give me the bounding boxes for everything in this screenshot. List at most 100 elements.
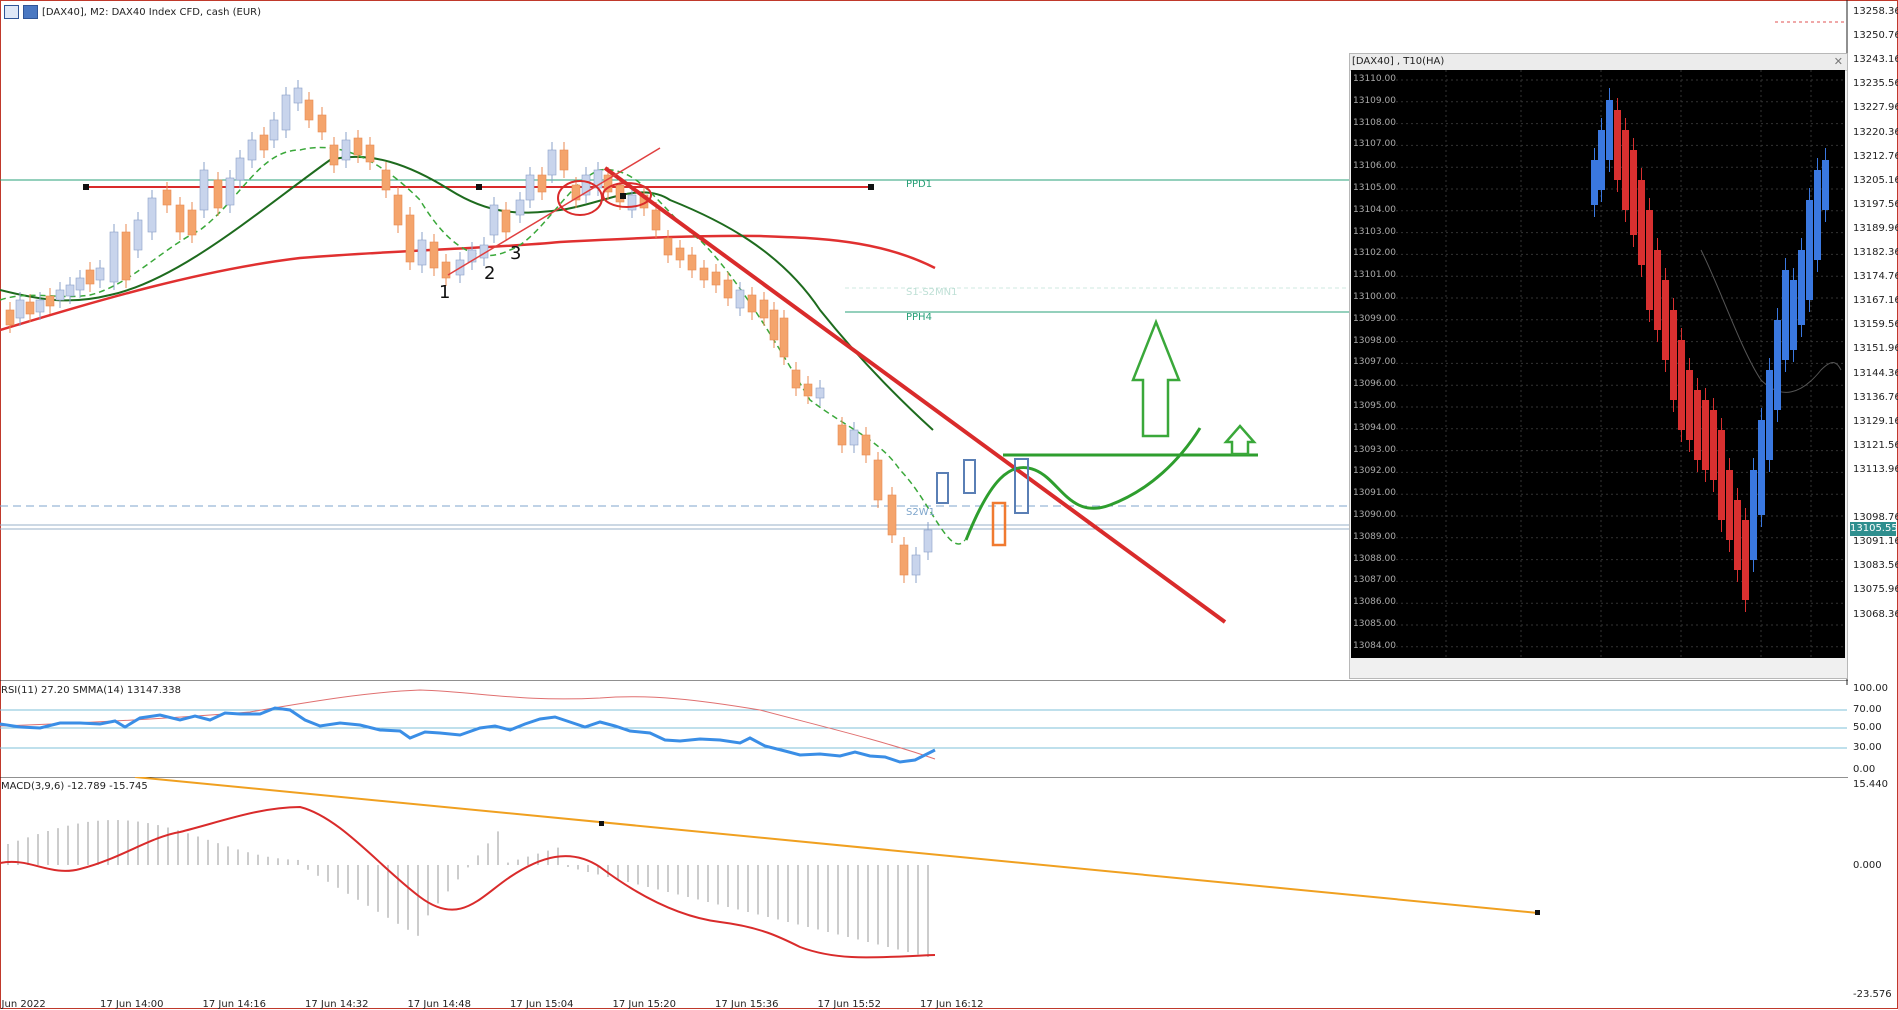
macd-signal-line <box>0 805 936 959</box>
price-candle <box>187 209 197 236</box>
inset-axis-label: 13095.00 <box>1353 401 1396 411</box>
time-axis-label: 17 Jun 16:12 <box>920 999 984 1010</box>
rsi-smma-line <box>0 689 936 760</box>
time-axis-label: 17 Jun 14:00 <box>100 999 164 1010</box>
inset-axis-label: 13084.00 <box>1353 640 1396 651</box>
macd-panel[interactable] <box>0 777 1848 1009</box>
point-label-1: 1 <box>439 282 451 303</box>
time-axis-label: 17 Jun 14:48 <box>407 999 472 1010</box>
inset-axis-label: 13092.00 <box>1353 466 1396 477</box>
price-candle <box>651 209 661 231</box>
price-candle <box>199 169 209 211</box>
inset-axis-label: 13100.00 <box>1353 292 1396 302</box>
small-up-arrow <box>1223 424 1257 456</box>
main-axis-label: 13129.16 <box>1853 415 1898 427</box>
s1s2mn1-label: S1-S2MN1 <box>906 287 958 298</box>
inset-axis-label: 13108.00 <box>1353 117 1396 128</box>
rsi-axis-70: 70.00 <box>1853 704 1882 715</box>
drawn-box-orange <box>991 501 1007 547</box>
price-candle <box>747 294 757 313</box>
inset-axis-label: 13088.00 <box>1353 553 1396 564</box>
rsi-axis-100: 100.00 <box>1853 683 1888 694</box>
price-candle <box>329 144 339 166</box>
inset-heikin-ashi-chart[interactable] <box>1351 70 1845 658</box>
price-candle <box>304 99 314 121</box>
main-axis-label: 13258.36 <box>1853 6 1898 17</box>
price-candle <box>769 309 779 341</box>
inset-axis-label: 13109.00 <box>1353 95 1396 106</box>
point-label-3: 3 <box>510 243 522 264</box>
inset-title-bar[interactable]: [DAX40] , T10(HA) ✕ <box>1350 54 1847 71</box>
inset-axis-label: 13110.00 <box>1353 74 1396 84</box>
price-candle <box>259 134 269 151</box>
price-candle <box>381 169 391 191</box>
price-candle <box>837 424 847 446</box>
inset-axis-label: 13086.00 <box>1353 597 1396 608</box>
price-candle <box>293 87 303 104</box>
rsi-axis-30: 30.00 <box>1853 742 1882 753</box>
close-icon[interactable]: ✕ <box>1834 55 1843 68</box>
price-candle <box>281 94 291 131</box>
price-candle <box>121 231 131 281</box>
candlesticks[interactable] <box>5 80 933 583</box>
price-candle <box>65 284 75 297</box>
price-candle <box>162 189 172 206</box>
big-up-arrow <box>1131 318 1181 438</box>
main-axis-label: 13227.96 <box>1853 102 1898 114</box>
main-axis-label: 13212.76 <box>1853 150 1898 162</box>
main-axis-label: 13144.36 <box>1853 367 1898 379</box>
rsi-panel[interactable] <box>0 680 1848 778</box>
inset-axis-label: 13094.00 <box>1353 422 1396 433</box>
fast-moving-average <box>0 146 966 545</box>
main-axis-label: 13091.16 <box>1853 536 1898 548</box>
time-axis-label: 17 Jun 15:52 <box>817 999 882 1010</box>
macd-axis-top: 15.440 <box>1853 779 1888 790</box>
inset-axis-label: 13087.00 <box>1353 575 1396 586</box>
price-candle <box>5 309 15 326</box>
price-candle <box>815 387 825 399</box>
inset-axis-label: 13093.00 <box>1353 444 1396 455</box>
price-candle <box>35 299 45 313</box>
price-candle <box>269 119 279 141</box>
time-axis-label: 7 Jun 2022 <box>0 999 46 1010</box>
price-candle <box>559 149 569 171</box>
price-candle <box>109 231 119 283</box>
price-candle <box>735 289 745 309</box>
down-trendline[interactable] <box>603 166 1227 624</box>
price-candle <box>687 254 697 271</box>
price-candle <box>247 139 257 161</box>
price-candle <box>899 544 909 576</box>
macd-trendline[interactable] <box>134 777 1539 914</box>
price-candle <box>225 177 235 206</box>
price-candle <box>429 241 439 269</box>
price-candle <box>417 239 427 266</box>
price-candle <box>393 194 403 226</box>
price-candle <box>759 299 769 319</box>
inset-axis-label: 13101.00 <box>1353 270 1396 281</box>
ppd1-label: PPD1 <box>906 179 933 190</box>
price-candle <box>803 383 813 397</box>
main-axis-label: 13136.76 <box>1853 391 1898 403</box>
price-candle <box>547 149 557 176</box>
inset-axis-label: 13091.00 <box>1353 488 1396 499</box>
rsi-axis-0: 0.00 <box>1853 764 1876 775</box>
price-candle <box>45 295 55 307</box>
price-candle <box>849 429 859 446</box>
macd-label: MACD(3,9,6) -12.789 -15.745 <box>1 781 148 792</box>
price-candle <box>887 494 897 536</box>
price-candle <box>365 144 375 163</box>
point-label-2: 2 <box>484 263 496 284</box>
drawn-box-2 <box>963 459 976 494</box>
inset-axis-label: 13085.00 <box>1353 619 1396 629</box>
time-axis-label: 17 Jun 15:36 <box>715 999 779 1010</box>
inset-axis-label: 13096.00 <box>1353 379 1396 390</box>
price-candle <box>515 199 525 216</box>
main-axis-label: 13151.96 <box>1853 343 1898 355</box>
main-axis-label: 13121.56 <box>1853 439 1898 451</box>
mid-moving-average <box>0 155 934 431</box>
current-price-badge: 13105.55 <box>1850 522 1898 536</box>
inset-axis-label: 13107.00 <box>1353 139 1396 150</box>
inset-axis-label: 13097.00 <box>1353 357 1396 368</box>
price-candle <box>791 369 801 389</box>
main-axis-label: 13068.36 <box>1853 608 1898 620</box>
